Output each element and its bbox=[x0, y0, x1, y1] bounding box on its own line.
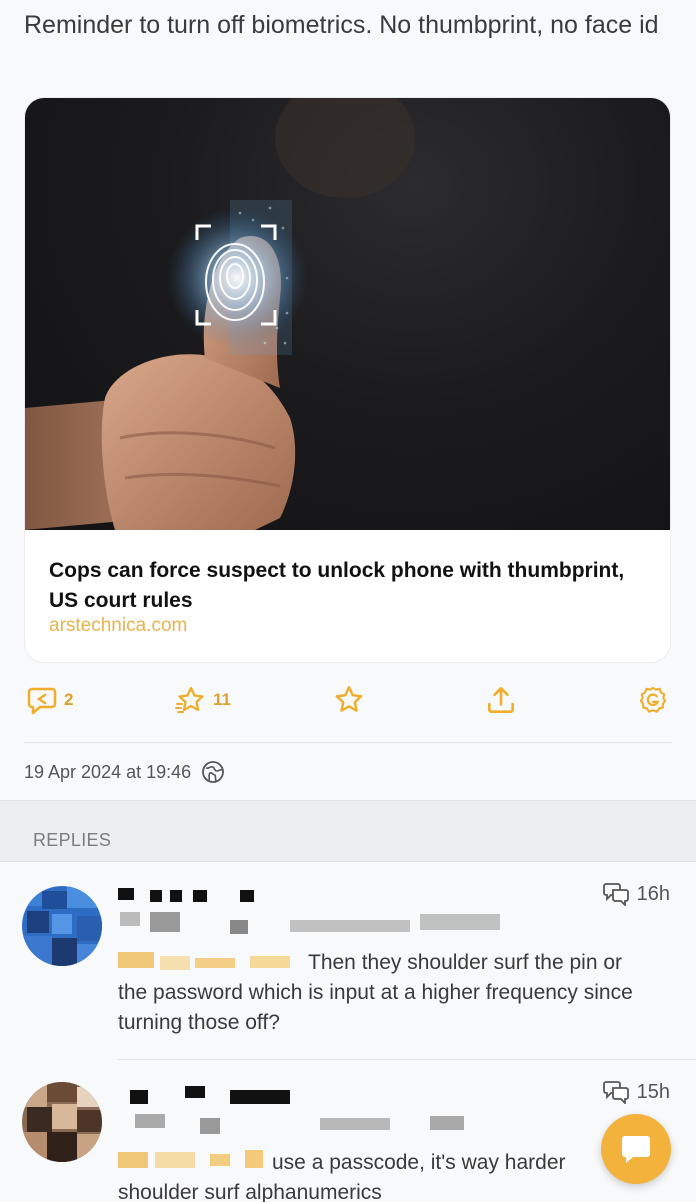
redacted-name bbox=[150, 890, 162, 902]
avatar[interactable] bbox=[22, 886, 102, 966]
reply-text-line1: use a passcode, it's way harder bbox=[272, 1151, 566, 1174]
redacted-name bbox=[118, 888, 134, 900]
redacted-mention bbox=[250, 956, 290, 968]
reply-button[interactable]: 2 bbox=[26, 676, 73, 724]
post-action-bar: 2 11 bbox=[0, 676, 696, 724]
reply-text: shoulder surf alphanumerics bbox=[118, 1181, 382, 1202]
redacted-handle bbox=[120, 912, 140, 926]
timestamp-text: 19 Apr 2024 at 19:46 bbox=[24, 761, 192, 782]
replies-header-label: REPLIES bbox=[33, 830, 112, 850]
share-button[interactable] bbox=[484, 676, 518, 724]
replies-section-header: REPLIES bbox=[0, 800, 696, 862]
compose-icon bbox=[622, 1136, 650, 1163]
redacted-handle bbox=[290, 920, 410, 932]
redacted-mention bbox=[118, 952, 154, 968]
reply-meta: 15h bbox=[602, 1080, 670, 1104]
post-text: Reminder to turn off biometrics. No thum… bbox=[24, 11, 659, 39]
link-preview-image bbox=[25, 98, 670, 530]
redacted-handle bbox=[200, 1118, 220, 1134]
globe-icon bbox=[202, 761, 225, 783]
redacted-name bbox=[185, 1086, 205, 1098]
reply-item[interactable]: 15h use a passcode, it's way harder shou… bbox=[0, 1062, 696, 1202]
redacted-handle bbox=[135, 1114, 165, 1128]
avatar[interactable] bbox=[22, 1082, 102, 1162]
reply-count-icon bbox=[602, 883, 629, 906]
link-domain: arstechnica.com bbox=[49, 615, 188, 636]
redacted-mention bbox=[155, 1152, 195, 1168]
fingerprint-illustration bbox=[25, 98, 415, 530]
redacted-name bbox=[170, 890, 182, 902]
more-button[interactable] bbox=[638, 676, 668, 724]
redacted-name bbox=[240, 890, 254, 902]
reply-time: 16h bbox=[636, 882, 670, 905]
reply-text-line1: Then they shoulder surf the pin or bbox=[308, 951, 623, 974]
reply-count-icon bbox=[602, 1081, 629, 1104]
reply-meta: 16h bbox=[602, 882, 670, 906]
share-icon bbox=[487, 686, 515, 714]
reply-icon bbox=[27, 687, 57, 715]
compose-reply-button[interactable] bbox=[601, 1114, 671, 1184]
boost-icon bbox=[175, 686, 204, 713]
reply-item[interactable]: 16h Then they shoulder surf the pin or t… bbox=[0, 862, 696, 1060]
redacted-name bbox=[193, 890, 207, 902]
redacted-handle bbox=[320, 1118, 390, 1130]
redacted-mention bbox=[210, 1154, 230, 1166]
redacted-name bbox=[130, 1090, 148, 1104]
boost-button[interactable]: 11 bbox=[175, 676, 231, 724]
link-preview-card[interactable]: Cops can force suspect to unlock phone w… bbox=[24, 97, 671, 663]
boost-count: 11 bbox=[213, 690, 231, 709]
redacted-mention bbox=[118, 1152, 148, 1168]
redacted-handle bbox=[150, 912, 180, 932]
redacted-mention bbox=[195, 958, 235, 968]
avatar-image bbox=[22, 886, 102, 966]
redacted-handle bbox=[430, 1116, 464, 1130]
reply-time: 15h bbox=[636, 1080, 670, 1103]
redacted-handle bbox=[420, 914, 500, 930]
star-icon bbox=[335, 686, 363, 712]
favourite-button[interactable] bbox=[332, 676, 366, 724]
avatar-image bbox=[22, 1082, 102, 1162]
redacted-mention bbox=[160, 956, 190, 970]
redacted-handle bbox=[230, 920, 248, 934]
reply-text: the password which is input at a higher … bbox=[118, 981, 633, 1034]
redacted-mention bbox=[245, 1150, 263, 1168]
redacted-name bbox=[230, 1090, 290, 1104]
link-title: Cops can force suspect to unlock phone w… bbox=[49, 559, 625, 612]
settings-icon bbox=[639, 686, 667, 713]
divider bbox=[24, 742, 672, 743]
reply-count: 2 bbox=[64, 690, 74, 709]
post-timestamp: 19 Apr 2024 at 19:46 bbox=[24, 760, 225, 784]
divider bbox=[118, 1059, 696, 1060]
